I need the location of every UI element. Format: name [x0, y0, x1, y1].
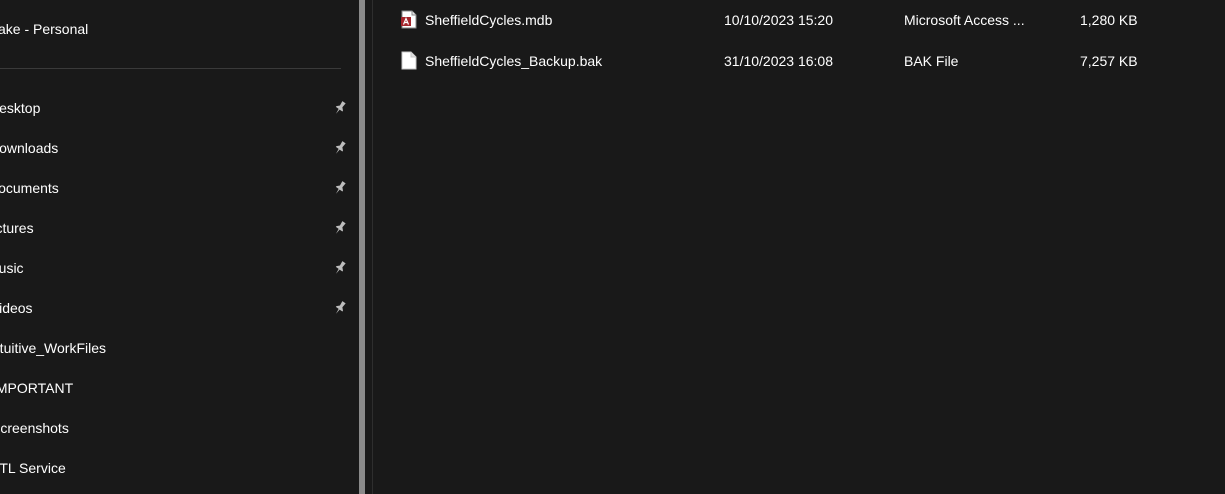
sidebar-account-item[interactable]: Jake - Personal: [0, 18, 88, 40]
sidebar-item-label: ETL Service: [0, 460, 66, 476]
sidebar-divider: [0, 68, 341, 69]
file-list: SheffieldCycles.mdb 10/10/2023 15:20 Mic…: [373, 0, 1225, 494]
pin-icon: [333, 300, 347, 316]
file-date-modified: 31/10/2023 16:08: [724, 53, 833, 69]
blank-file-icon: [401, 51, 417, 70]
pane-splitter[interactable]: [359, 0, 365, 494]
pin-icon: [333, 260, 347, 276]
pin-icon: [333, 140, 347, 156]
sidebar-item-label: Pictures: [0, 220, 34, 236]
sidebar-item-videos[interactable]: Videos: [0, 288, 357, 328]
access-database-icon: [401, 10, 417, 29]
file-size: 7,257 KB: [1080, 53, 1138, 69]
file-size: 1,280 KB: [1080, 12, 1138, 28]
sidebar-item-music[interactable]: Music: [0, 248, 357, 288]
navigation-pane: Jake - Personal Desktop Downloads Docume…: [0, 0, 357, 494]
sidebar-item-label: Documents: [0, 180, 59, 196]
file-explorer-window: Jake - Personal Desktop Downloads Docume…: [0, 0, 1225, 494]
sidebar-item-desktop[interactable]: Desktop: [0, 88, 357, 128]
sidebar-item-label: Intuitive_WorkFiles: [0, 340, 107, 356]
sidebar-item-label: Music: [0, 260, 24, 276]
file-date-modified: 10/10/2023 15:20: [724, 12, 833, 28]
sidebar-item-label: Screenshots: [0, 420, 69, 436]
file-name: SheffieldCycles.mdb: [425, 12, 553, 28]
pin-icon: [333, 180, 347, 196]
sidebar-item-etl-service[interactable]: ETL Service: [0, 448, 357, 488]
pin-icon: [333, 100, 347, 116]
sidebar-item-screenshots[interactable]: Screenshots: [0, 408, 357, 448]
file-type: BAK File: [904, 53, 959, 69]
sidebar-item-label: IMPORTANT: [0, 380, 74, 396]
file-row[interactable]: SheffieldCycles_Backup.bak 31/10/2023 16…: [373, 41, 1225, 79]
sidebar-item-documents[interactable]: Documents: [0, 168, 357, 208]
sidebar-item-label: Videos: [0, 300, 33, 316]
pin-icon: [333, 220, 347, 236]
sidebar-item-downloads[interactable]: Downloads: [0, 128, 357, 168]
file-row[interactable]: SheffieldCycles.mdb 10/10/2023 15:20 Mic…: [373, 0, 1225, 38]
sidebar-account-label: Jake - Personal: [0, 21, 89, 37]
file-name: SheffieldCycles_Backup.bak: [425, 53, 603, 69]
file-type: Microsoft Access ...: [904, 12, 1025, 28]
sidebar-item-intuitive-workfiles[interactable]: Intuitive_WorkFiles: [0, 328, 357, 368]
sidebar-item-pictures[interactable]: Pictures: [0, 208, 357, 248]
sidebar-item-label: Desktop: [0, 100, 41, 116]
sidebar-item-label: Downloads: [0, 140, 59, 156]
sidebar-item-important[interactable]: IMPORTANT: [0, 368, 357, 408]
